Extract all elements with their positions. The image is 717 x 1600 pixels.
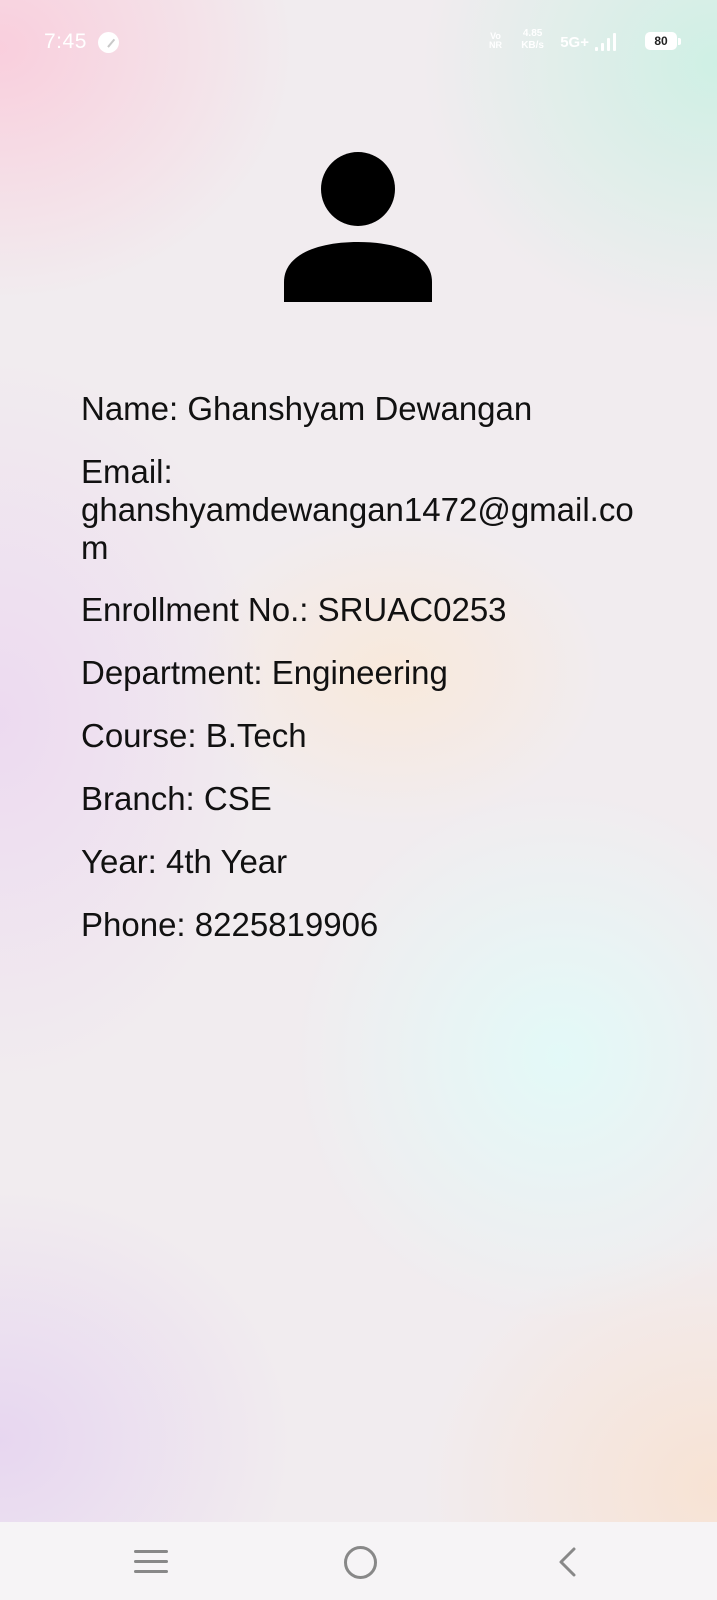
profile-phone: Phone: 8225819906 [81,906,379,943]
status-bar: 7:45 Vo NR 4.85 KB/s 5G+ 80 [0,0,717,86]
network-speed: 4.85 KB/s [521,28,544,52]
notification-app-icon [98,32,119,53]
profile-email: Email: ghanshyamdewangan1472@gmail.com [81,453,641,567]
profile-course: Course: B.Tech [81,717,307,754]
profile-year: Year: 4th Year [81,843,288,880]
person-icon [284,152,432,302]
profile-details: Name: Ghanshyam Dewangan Email: ghanshya… [81,390,641,969]
profile-enrollment: Enrollment No.: SRUAC0253 [81,591,507,628]
system-navigation-bar [0,1522,717,1600]
battery-icon: 80 [645,32,681,50]
home-circle-icon[interactable] [344,1546,377,1579]
profile-branch: Branch: CSE [81,780,272,817]
email-label: Email: [81,453,173,490]
signal-icon [595,33,619,51]
volte-indicator: Vo NR [489,31,502,50]
network-type: 5G+ [560,34,589,51]
back-chevron-icon[interactable] [556,1546,580,1578]
menu-icon[interactable] [134,1550,168,1576]
profile-department: Department: Engineering [81,654,448,691]
network-speed-value: 4.85 [522,28,543,39]
email-value: ghanshyamdewangan1472@gmail.com [81,491,634,566]
network-speed-unit: KB/s [521,40,544,51]
profile-name: Name: Ghanshyam Dewangan [81,390,533,427]
status-time: 7:45 [44,30,87,53]
